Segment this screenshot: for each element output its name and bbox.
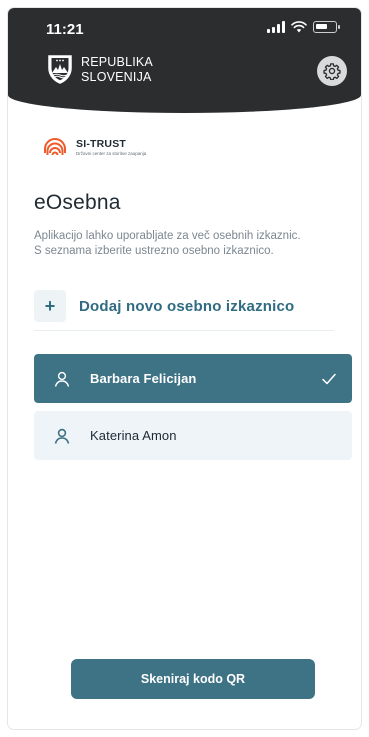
issuer-logo: SI-TRUST Državni center za storitve zaup… (42, 134, 146, 160)
description-line-2: S seznama izberite ustrezno osebno izkaz… (34, 245, 274, 257)
status-time: 11:21 (46, 21, 84, 38)
battery-icon (313, 21, 340, 33)
signal-icon (267, 21, 285, 33)
page-description: Aplikacijo lahko uporabljate za več oseb… (34, 229, 352, 259)
add-id-card-label: Dodaj novo osebno izkaznico (79, 297, 295, 315)
user-icon (54, 428, 70, 444)
checkmark-icon (322, 373, 336, 384)
id-card-name: Barbara Felicijan (90, 371, 197, 386)
main-content: SI-TRUST Državni center za storitve zaup… (8, 113, 361, 729)
status-icons (267, 21, 340, 33)
coat-of-arms-icon (48, 55, 72, 84)
user-icon (54, 371, 70, 387)
divider (34, 330, 334, 331)
issuer-name: SI-TRUST (76, 138, 127, 150)
scan-qr-button[interactable]: Skeniraj kodo QR (71, 659, 315, 699)
page-title: eOsebna (34, 191, 121, 214)
gear-icon (323, 63, 341, 80)
issuer-subtitle: Državni center za storitve zaupanja (76, 151, 147, 156)
brand-text: REPUBLIKA SLOVENIJA (81, 55, 153, 85)
wifi-icon (291, 21, 307, 33)
id-card-item[interactable]: Katerina Amon (34, 411, 352, 460)
description-line-1: Aplikacijo lahko uporabljate za več oseb… (34, 230, 301, 242)
app-header: 11:21 REPUBLIKA SLOVENIJA (8, 8, 361, 113)
add-id-card-button[interactable]: + Dodaj novo osebno izkaznico (34, 288, 334, 324)
si-trust-logo-icon (44, 138, 66, 156)
plus-icon: + (34, 290, 66, 322)
brand-line-1: REPUBLIKA (81, 55, 153, 69)
id-card-item-selected[interactable]: Barbara Felicijan (34, 354, 352, 403)
id-card-name: Katerina Amon (90, 428, 177, 443)
brand-line-2: SLOVENIJA (81, 70, 152, 84)
phone-screen: 11:21 REPUBLIKA SLOVENIJA SI-TRUST Držav… (8, 8, 361, 729)
settings-button[interactable] (317, 56, 347, 86)
